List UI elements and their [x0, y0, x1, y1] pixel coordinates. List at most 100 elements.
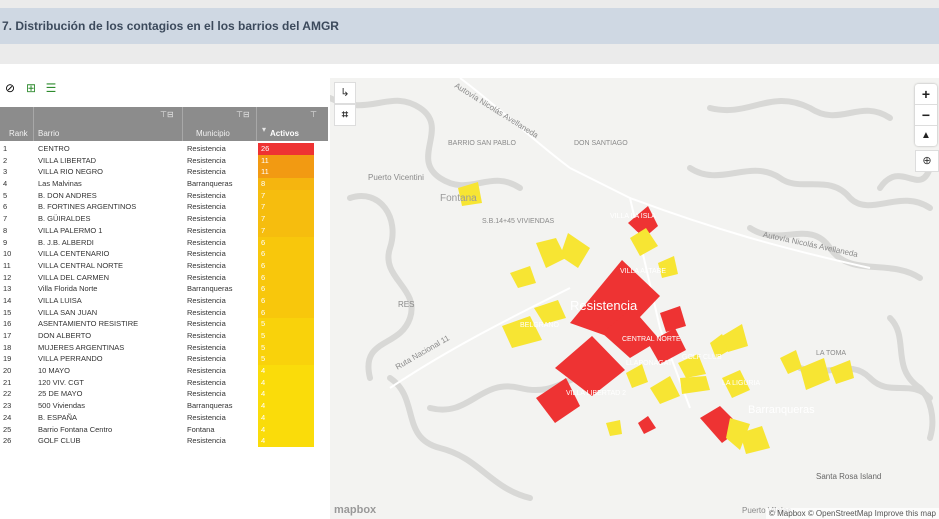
- table-row[interactable]: 13 Villa Florida Norte Barranqueras 6: [0, 283, 328, 295]
- municipio-cell: Resistencia: [187, 260, 226, 270]
- activos-cell: 6: [258, 271, 314, 284]
- barrio-cell: Barrio Fontana Centro: [38, 424, 113, 434]
- municipio-cell: Resistencia: [187, 389, 226, 399]
- compass-icon[interactable]: ▲: [915, 126, 937, 146]
- map-label-villa-altabe: VILLA ALTABE: [620, 268, 667, 275]
- activos-cell: 4: [258, 411, 314, 424]
- table-row[interactable]: 20 10 MAYO Resistencia 4: [0, 365, 328, 377]
- column-divider: [256, 107, 257, 141]
- col-barrio-header[interactable]: Barrio: [38, 129, 59, 138]
- municipio-cell: Barranqueras: [187, 179, 233, 189]
- activos-value: 5: [261, 342, 266, 352]
- table-row[interactable]: 6 B. FORTINES ARGENTINOS Resistencia 7: [0, 201, 328, 214]
- table-row[interactable]: 10 VILLA CENTENARIO Resistencia 6: [0, 248, 328, 260]
- table-row[interactable]: 26 GOLF CLUB Resistencia 4: [0, 435, 328, 447]
- barrio-cell: VILLA LUISA: [38, 295, 82, 305]
- activos-cell: 6: [258, 306, 314, 319]
- table-row[interactable]: 18 MUJERES ARGENTINAS Resistencia 5: [0, 341, 328, 354]
- table-row[interactable]: 25 Barrio Fontana Centro Fontana 4: [0, 423, 328, 436]
- activos-value: 6: [261, 295, 266, 305]
- activos-value: 6: [261, 307, 266, 317]
- activos-value: 7: [261, 225, 266, 235]
- activos-cell: 6: [258, 236, 314, 249]
- table-row[interactable]: 11 VILLA CENTRAL NORTE Resistencia 6: [0, 259, 328, 272]
- table-row[interactable]: 21 120 VIV. CGT Resistencia 4: [0, 376, 328, 389]
- map-view[interactable]: Resistencia Barranqueras Fontana Puerto …: [330, 78, 939, 519]
- rank-cell: 16: [3, 319, 12, 329]
- table-row[interactable]: 3 VILLA RIO NEGRO Resistencia 11: [0, 166, 328, 179]
- table-row[interactable]: 24 B. ESPAÑA Resistencia 4: [0, 411, 328, 424]
- barrio-cell: VILLA PALERMO 1: [38, 225, 103, 235]
- table-row[interactable]: 22 25 DE MAYO Resistencia 4: [0, 388, 328, 401]
- municipio-cell: Resistencia: [187, 295, 226, 305]
- table-row[interactable]: 19 VILLA PERRANDO Resistencia 5: [0, 353, 328, 366]
- map-attribution[interactable]: © Mapbox © OpenStreetMap Improve this ma…: [766, 508, 939, 519]
- barrio-cell: CENTRO: [38, 144, 70, 153]
- rank-cell: 11: [3, 260, 11, 270]
- table-row[interactable]: 14 VILLA LUISA Resistencia 6: [0, 294, 328, 307]
- filter-icon[interactable]: ⊤⊟: [236, 110, 250, 119]
- municipio-cell: Resistencia: [187, 412, 226, 422]
- table-row[interactable]: 17 DON ALBERTO Resistencia 5: [0, 330, 328, 342]
- select-region-icon[interactable]: ⌗: [334, 104, 356, 126]
- table-row[interactable]: 8 VILLA PALERMO 1 Resistencia 7: [0, 224, 328, 237]
- activos-value: 7: [261, 190, 266, 200]
- activos-cell: 11: [258, 166, 314, 179]
- share-icon[interactable]: ↳: [334, 82, 356, 104]
- rank-cell: 18: [3, 342, 12, 352]
- col-activos-header[interactable]: Activos: [270, 129, 299, 138]
- map-label-barrio-san-pablo: BARRIO SAN PABLO: [448, 140, 516, 147]
- col-municipio-header[interactable]: Municipio: [196, 129, 230, 138]
- magnify-icon[interactable]: ⊕: [915, 150, 939, 172]
- barrio-cell: ASENTAMIENTO RESISTIRE: [38, 319, 139, 329]
- activos-cell: 5: [258, 341, 314, 354]
- municipio-cell: Resistencia: [187, 225, 226, 235]
- activos-value: 11: [261, 155, 269, 165]
- barrio-cell: 25 DE MAYO: [38, 389, 83, 399]
- col-rank-header[interactable]: Rank: [9, 129, 28, 138]
- activos-cell: 8: [258, 178, 314, 190]
- rank-cell: 9: [3, 237, 8, 247]
- table-body: 1 CENTRO Resistencia 26 2 VILLA LIBERTAD Resis…: [0, 143, 328, 447]
- map-label-santa-rosa: Santa Rosa Island: [816, 472, 882, 481]
- table-row[interactable]: 9 B. J.B. ALBERDI Resistencia 6: [0, 236, 328, 249]
- table-row[interactable]: 5 B. DON ANDRES Resistencia 7: [0, 189, 328, 202]
- municipio-cell: Resistencia: [187, 167, 226, 177]
- filter-icon[interactable]: ⊤⊟: [160, 110, 174, 119]
- rank-cell: 6: [3, 202, 8, 212]
- municipio-cell: Resistencia: [187, 342, 226, 352]
- activos-cell: 7: [258, 201, 314, 214]
- filter-icon[interactable]: ⊤: [310, 110, 317, 119]
- barrio-cell: Las Malvinas: [38, 179, 82, 189]
- rank-cell: 1: [3, 144, 8, 153]
- barrio-cell: B. ESPAÑA: [38, 412, 78, 422]
- rank-cell: 21: [3, 377, 12, 387]
- map-label-res: RES: [398, 300, 415, 309]
- rank-cell: 5: [3, 190, 8, 200]
- table-row[interactable]: 15 VILLA SAN JUAN Resistencia 6: [0, 306, 328, 319]
- municipio-cell: Resistencia: [187, 202, 226, 212]
- municipio-cell: Resistencia: [187, 214, 226, 224]
- activos-value: 11: [261, 167, 269, 177]
- table-row[interactable]: 16 ASENTAMIENTO RESISTIRE Resistencia 5: [0, 318, 328, 330]
- activos-value: 4: [261, 436, 266, 446]
- zoom-out-button[interactable]: −: [915, 105, 937, 126]
- rank-cell: 19: [3, 354, 12, 364]
- activos-cell: 6: [258, 259, 314, 272]
- clear-filter-icon[interactable]: ⊘: [3, 81, 17, 95]
- table-row[interactable]: 7 B. GÜIRALDES Resistencia 7: [0, 213, 328, 225]
- activos-cell: 5: [258, 330, 314, 342]
- table-row[interactable]: 23 500 Viviendas Barranqueras 4: [0, 400, 328, 412]
- table-export-icon[interactable]: ⊞: [24, 81, 38, 95]
- table-row[interactable]: 1 CENTRO Resistencia 26: [0, 143, 328, 155]
- map-label-don-santiago: DON SANTIAGO: [574, 140, 628, 147]
- municipio-cell: Resistencia: [187, 272, 226, 282]
- table-row[interactable]: 4 Las Malvinas Barranqueras 8: [0, 178, 328, 190]
- rank-cell: 20: [3, 366, 12, 376]
- column-filter-icon[interactable]: ☰: [44, 81, 58, 95]
- table-row[interactable]: 12 VILLA DEL CARMEN Resistencia 6: [0, 271, 328, 284]
- activos-cell: 4: [258, 435, 314, 447]
- zoom-in-button[interactable]: +: [915, 84, 937, 105]
- table-row[interactable]: 2 VILLA LIBERTAD Resistencia 11: [0, 154, 328, 167]
- rank-cell: 26: [3, 436, 12, 446]
